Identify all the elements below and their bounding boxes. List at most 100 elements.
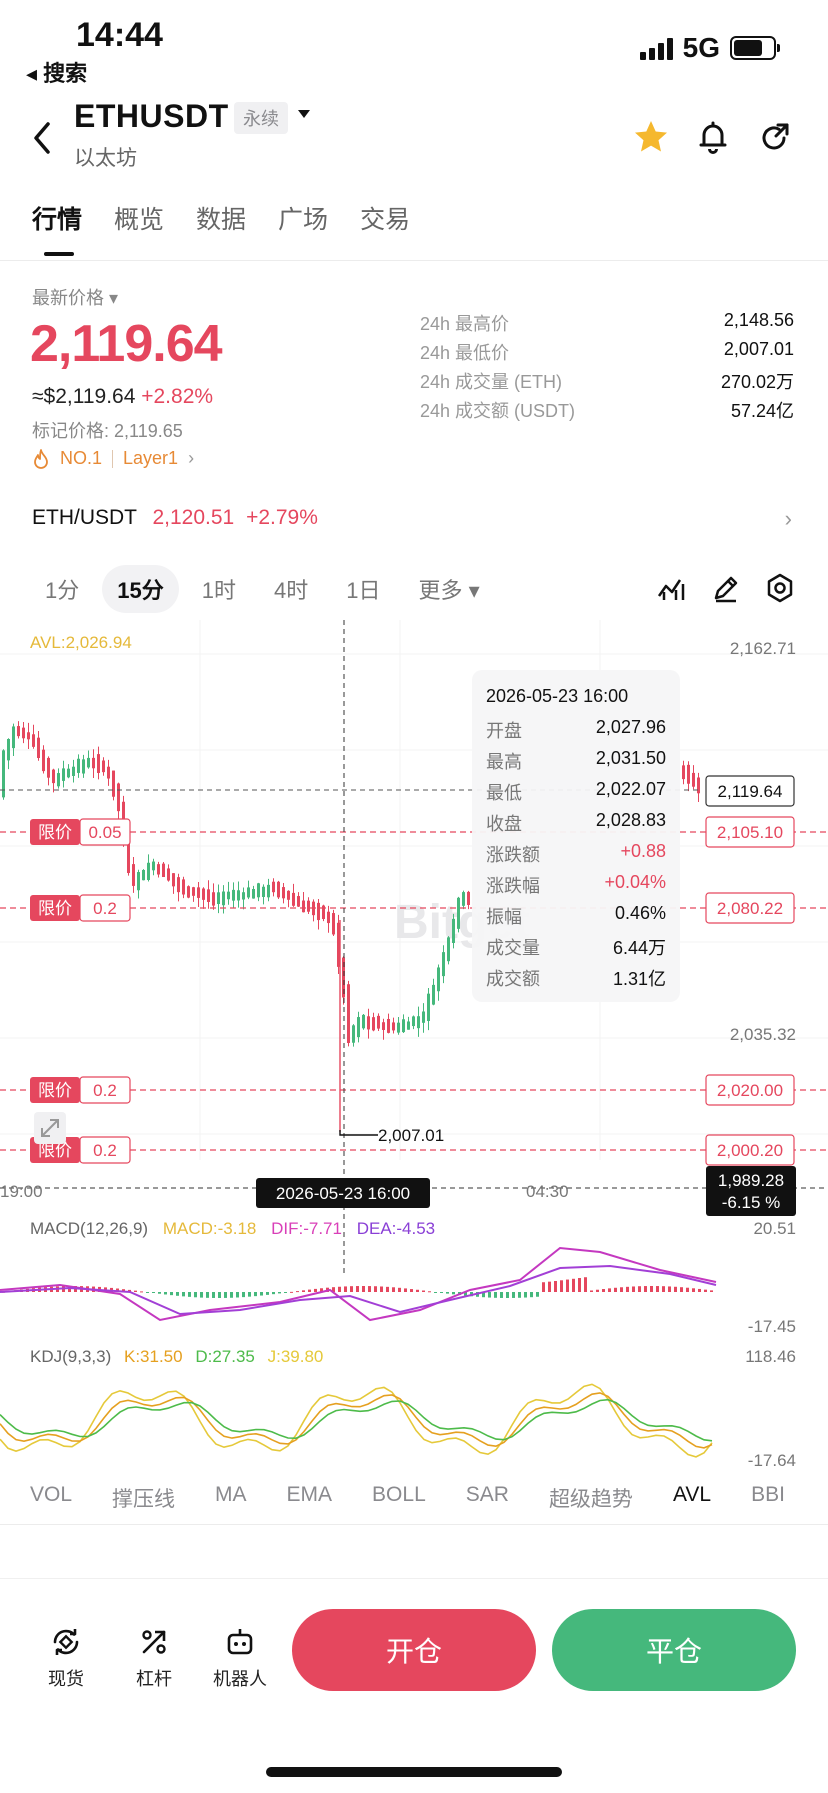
kdj-k: K:31.50 <box>124 1347 183 1366</box>
candle-body <box>247 887 250 898</box>
candle-body <box>697 777 700 794</box>
interval-1m[interactable]: 1分 <box>30 565 94 613</box>
tooltip-label: 涨跌额 <box>486 845 540 865</box>
indicator-sar[interactable]: SAR <box>466 1483 509 1513</box>
stat-row: 24h 最低价 2,007.01 <box>420 339 794 368</box>
candle-body <box>42 749 45 772</box>
candle-body <box>287 890 290 900</box>
indicator-vol[interactable]: VOL <box>30 1483 72 1513</box>
macd-bar <box>224 1292 227 1298</box>
macd-bar <box>638 1286 641 1292</box>
candle-body <box>412 1016 415 1027</box>
macd-bar <box>392 1287 395 1292</box>
tooltip-value: 2,022.07 <box>595 779 666 799</box>
candle-body <box>182 879 185 895</box>
interval-4h[interactable]: 4时 <box>259 565 323 613</box>
candle-body <box>307 900 310 912</box>
tab-market[interactable]: 行情 <box>32 200 82 236</box>
indicator-icon[interactable] <box>656 572 688 604</box>
tab-trade[interactable]: 交易 <box>360 200 410 236</box>
candle-body <box>72 766 75 776</box>
tooltip-row: 收盘 2,028.83 <box>486 810 666 836</box>
indicator-ema[interactable]: EMA <box>287 1483 333 1513</box>
macd-bar <box>578 1278 581 1292</box>
open-position-button[interactable]: 开仓 <box>292 1609 536 1691</box>
spot-button[interactable]: 现货 <box>34 1625 98 1691</box>
pair-title[interactable]: ETHUSDT <box>74 98 229 135</box>
share-icon[interactable] <box>756 118 794 156</box>
back-arrow-icon[interactable] <box>30 118 56 158</box>
candle-body <box>422 1011 425 1023</box>
candle-body <box>437 967 440 992</box>
candle-body <box>62 768 65 781</box>
indicator-ma[interactable]: MA <box>215 1483 247 1513</box>
interval-more[interactable]: 更多 ▾ <box>403 565 494 613</box>
candle-body <box>252 888 255 899</box>
candle-body <box>177 877 180 893</box>
spot-pair-row[interactable]: ETH/USDT 2,120.51 +2.79% <box>32 506 318 530</box>
candle-body <box>132 864 135 886</box>
robot-label: 机器人 <box>213 1669 267 1689</box>
time-label: 04:30 <box>526 1182 569 1201</box>
candle-body <box>297 896 300 907</box>
pair-dropdown-icon[interactable] <box>296 108 312 120</box>
draw-pen-icon[interactable] <box>710 572 742 604</box>
candle-body <box>402 1019 405 1033</box>
bell-icon[interactable] <box>694 118 732 156</box>
indicator-support-resistance[interactable]: 撑压线 <box>112 1483 175 1513</box>
interval-1h[interactable]: 1时 <box>187 565 251 613</box>
macd-bar <box>374 1286 377 1292</box>
candle-body <box>57 773 60 787</box>
order-tag: 限价 <box>38 899 72 918</box>
macd-bar <box>584 1277 587 1292</box>
favorite-star-icon[interactable] <box>632 118 670 156</box>
tab-square[interactable]: 广场 <box>278 200 328 236</box>
macd-bar <box>290 1291 293 1293</box>
spot-change: +2.79% <box>246 506 318 529</box>
interval-15m[interactable]: 15分 <box>102 565 179 613</box>
back-to-search[interactable]: ◂ 搜索 <box>26 56 87 88</box>
coin-tags[interactable]: NO.1 Layer1 › <box>32 448 194 469</box>
candle-body <box>97 754 100 773</box>
candle-body <box>237 890 240 901</box>
tooltip-row: 涨跌额 +0.88 <box>486 841 666 867</box>
candle-body <box>372 1017 375 1031</box>
indicator-avl[interactable]: AVL <box>673 1483 711 1513</box>
candle-body <box>367 1016 370 1030</box>
order-qty: 0.2 <box>93 1081 117 1100</box>
macd-bar <box>488 1292 491 1298</box>
candle-body <box>427 993 430 1022</box>
settings-icon[interactable] <box>764 572 796 604</box>
tooltip-label: 最高 <box>486 752 522 772</box>
last-price: 2,119.64 <box>30 315 223 373</box>
price-type-selector[interactable]: 最新价格 ▾ <box>32 284 118 310</box>
macd-bar <box>662 1286 665 1292</box>
macd-bar <box>500 1292 503 1298</box>
macd-bar <box>296 1291 299 1293</box>
candle-body <box>112 770 115 797</box>
expand-icon[interactable] <box>34 1112 66 1144</box>
indicator-bbi[interactable]: BBI <box>751 1483 785 1513</box>
status-indicators: 5G <box>639 32 780 64</box>
close-position-button[interactable]: 平仓 <box>552 1609 796 1691</box>
macd-bar <box>650 1286 653 1292</box>
tab-data[interactable]: 数据 <box>196 200 246 236</box>
interval-1d[interactable]: 1日 <box>331 565 395 613</box>
leverage-button[interactable]: 杠杆 <box>122 1625 186 1691</box>
indicator-boll[interactable]: BOLL <box>372 1483 426 1513</box>
tab-overview[interactable]: 概览 <box>114 200 164 236</box>
kline-chart[interactable]: Bitget 限价 0.05 2,105.10限价 0.2 2,080.22限价 0.2 2… <box>0 620 828 1490</box>
indicator-supertrend[interactable]: 超级趋势 <box>549 1483 633 1513</box>
perpetual-badge: 永续 <box>234 102 288 134</box>
candle-body <box>192 887 195 896</box>
macd-bar <box>266 1292 269 1295</box>
dif-value: DIF:-7.71 <box>271 1219 342 1238</box>
tooltip-value: 0.46% <box>614 903 666 923</box>
candle-body <box>17 726 20 737</box>
candle-body <box>102 760 105 773</box>
tooltip-row: 开盘 2,027.96 <box>486 717 666 743</box>
candle-body <box>222 891 225 906</box>
chevron-right-icon[interactable]: › <box>785 506 792 532</box>
stat-row: 24h 成交额 (USDT) 57.24亿 <box>420 397 794 426</box>
robot-button[interactable]: 机器人 <box>208 1625 272 1691</box>
